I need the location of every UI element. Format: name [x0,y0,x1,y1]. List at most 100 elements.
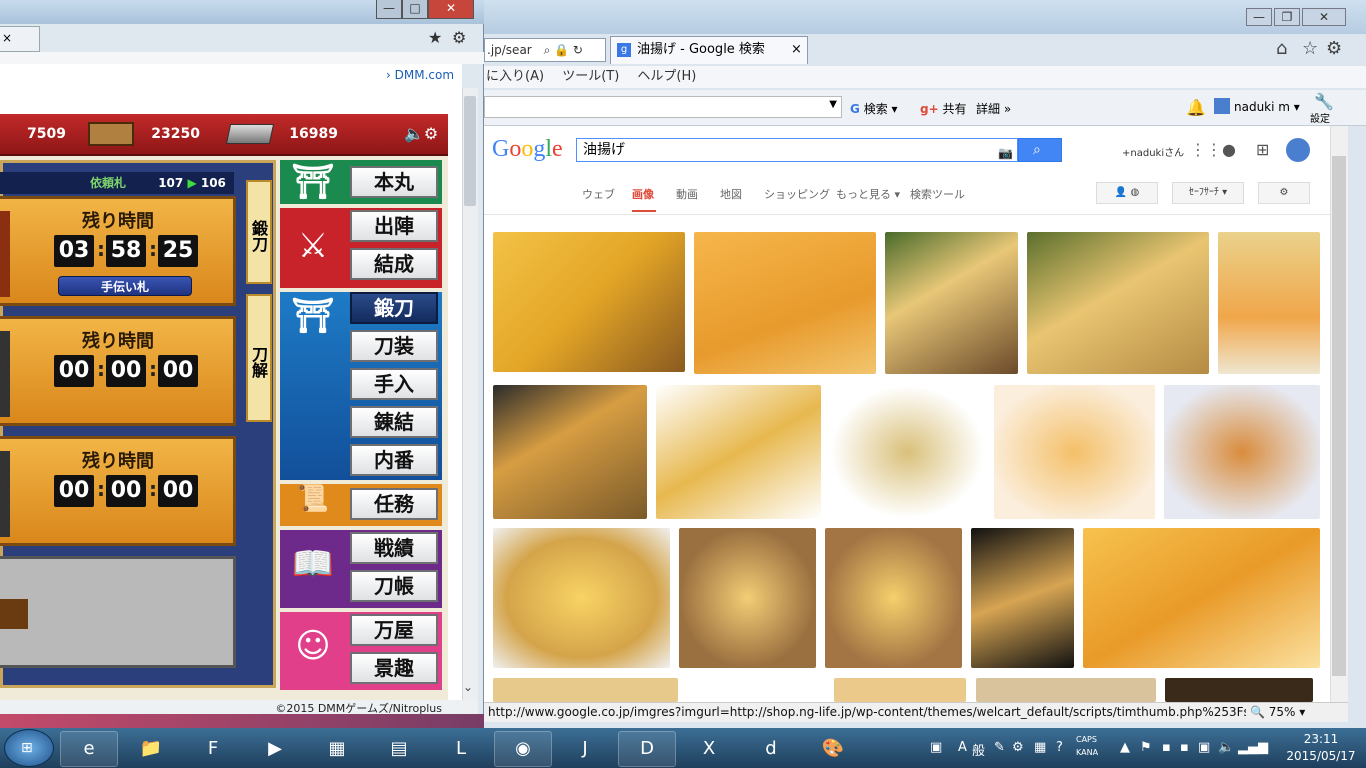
image-result[interactable] [885,232,1018,374]
app-taskbar-icon[interactable]: ▦ [308,731,366,767]
close-button[interactable]: ✕ [428,0,474,19]
close-tab-icon[interactable]: × [791,37,802,63]
nav-web[interactable]: ウェブ [582,186,615,202]
menu-shop[interactable]: 万屋 [350,614,438,646]
dmm-link[interactable]: › DMM.com [386,68,454,82]
menu-help[interactable]: ヘルプ(H) [637,69,696,84]
close-button[interactable]: ✕ [1302,8,1346,26]
menu-favorites[interactable]: に入り(A) [486,69,544,84]
image-result[interactable] [1027,232,1209,374]
page-scrollbar-thumb[interactable] [1332,156,1346,676]
chrome-taskbar-icon[interactable]: ◉ [494,731,552,767]
image-result[interactable] [976,678,1156,702]
explorer-taskbar-icon[interactable]: 📁 [122,731,180,767]
forge-slot[interactable]: 残り時間 00 : 00 : 00 [0,316,236,426]
ime-tools-icon[interactable]: ✎ [994,740,1005,755]
google-logo[interactable]: Google [492,136,563,163]
left-browser-tab[interactable]: × [0,26,40,52]
image-result[interactable] [825,528,962,668]
menu-equipment[interactable]: 刀装 [350,330,438,362]
app-taskbar-icon[interactable]: J [556,731,614,767]
image-result[interactable] [994,385,1155,519]
right-window-titlebar[interactable]: — ❐ ✕ [484,0,1366,34]
camera-icon[interactable]: 📷 [998,142,1013,164]
tab-google-search[interactable]: g 油揚げ - Google 検索 × [610,36,808,64]
google-search-command[interactable]: G 検索 ▾ [850,100,898,117]
left-window-titlebar[interactable]: — □ ✕ [0,0,484,24]
minimize-button[interactable]: — [1246,8,1272,26]
menu-records[interactable]: 戦績 [350,532,438,564]
nav-search-tools[interactable]: 検索ツール [910,186,965,202]
image-result[interactable] [694,232,876,374]
show-hidden-icons[interactable]: ▲ [1120,740,1130,755]
nav-more[interactable]: もっと見る ▾ [836,186,900,202]
search-icon[interactable]: ⌕ [544,43,551,57]
tab-forge[interactable]: 鍛刀 [246,180,272,284]
scroll-down-icon[interactable]: ⌄ [463,680,473,694]
settings-label[interactable]: 設定 [1310,110,1330,125]
paint-taskbar-icon[interactable]: 🎨 [804,731,862,767]
menu-sortie[interactable]: 出陣 [350,210,438,242]
gear-icon[interactable]: ⚙ [1326,38,1342,59]
tray-icon[interactable]: ▪ [1180,740,1189,755]
app-taskbar-icon[interactable]: D [618,731,676,767]
zoom-control[interactable]: 🔍 75% ▾ [1246,703,1306,722]
help-ticket-button[interactable]: 手伝い札 [58,276,192,296]
flag-icon[interactable]: ⚑ [1140,740,1152,755]
image-result[interactable] [493,528,670,668]
apps-grid-icon[interactable]: ⋮⋮ [1190,140,1222,159]
ftp-taskbar-icon[interactable]: F [184,731,242,767]
media-player-taskbar-icon[interactable]: ▶ [246,731,304,767]
maximize-button[interactable]: □ [402,0,428,19]
volume-icon[interactable]: 🔈 [1218,740,1234,755]
favorite-star-icon[interactable]: ★ [428,28,442,47]
excel-taskbar-icon[interactable]: X [680,731,738,767]
nav-videos[interactable]: 動画 [676,186,698,202]
ime-pad-icon[interactable]: ▦ [1034,740,1046,755]
image-result[interactable] [1218,232,1320,374]
menu-quests[interactable]: 任務 [350,488,438,520]
ie-taskbar-icon[interactable]: e [60,731,118,767]
safesearch-button[interactable]: ｾｰﾌｻｰﾁ ▾ [1172,182,1244,204]
clock[interactable]: 23:11 2015/05/17 [1278,731,1364,767]
image-result[interactable] [1164,385,1320,519]
search-input[interactable]: 油揚げ 📷 [576,138,1018,162]
menu-repair[interactable]: 手入 [350,368,438,400]
profile-avatar-icon[interactable] [1286,138,1310,162]
home-icon[interactable]: ⌂ [1276,38,1287,59]
image-result[interactable] [971,528,1074,668]
wrench-icon[interactable]: 🔧 [1314,92,1334,111]
image-result[interactable] [656,385,821,519]
details-command[interactable]: 詳細 » [976,100,1011,117]
user-profile-link[interactable]: +nadukiさん [1122,144,1184,159]
ime-dictionary-icon[interactable]: ⚙ [1012,740,1024,755]
bell-icon[interactable]: 🔔 [1186,98,1206,117]
personal-results-toggle[interactable]: 👤 ◍ [1096,182,1158,204]
app-taskbar-icon[interactable]: ▤ [370,731,428,767]
image-result[interactable] [679,528,816,668]
network-icon[interactable]: ▣ [1198,740,1210,755]
menu-scenery[interactable]: 景趣 [350,652,438,684]
image-result[interactable] [1083,528,1320,668]
settings-gear-button[interactable]: ⚙ [1258,182,1310,204]
image-result[interactable] [830,385,985,519]
forge-slot[interactable]: 残り時間 00 : 00 : 00 [0,436,236,546]
sound-settings-icon[interactable]: 🔈⚙ [404,124,438,143]
menu-tools[interactable]: ツール(T) [562,69,619,84]
share-plus-icon[interactable]: ⊞ [1256,140,1269,159]
image-result[interactable] [834,678,966,702]
image-result[interactable] [493,678,678,702]
ime-mode[interactable]: 般 [972,740,985,759]
minimize-button[interactable]: — [376,0,402,19]
left-scrollbar-thumb[interactable] [464,96,476,206]
image-result[interactable] [493,232,685,372]
help-icon[interactable]: ? [1056,740,1063,755]
start-button[interactable]: ⊞ [4,729,54,767]
menu-honmaru[interactable]: 本丸 [350,166,438,198]
nav-maps[interactable]: 地図 [720,186,742,202]
share-command[interactable]: g+ 共有 [920,100,967,117]
search-dropdown[interactable]: ▼ [484,96,842,118]
nav-shopping[interactable]: ショッピング [764,186,830,202]
image-result[interactable] [493,385,647,519]
menu-fusion[interactable]: 錬結 [350,406,438,438]
